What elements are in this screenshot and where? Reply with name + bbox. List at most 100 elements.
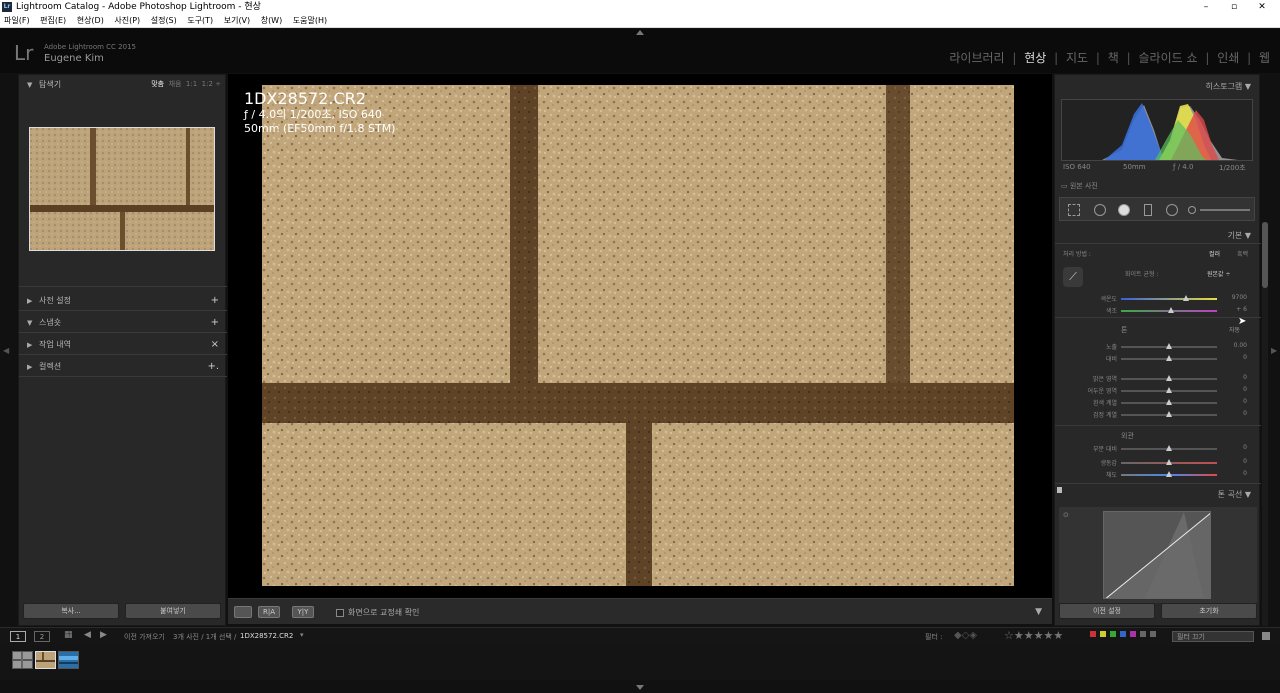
- curve-target-icon[interactable]: ⊙: [1063, 511, 1069, 519]
- menu-develop[interactable]: 현상(D): [77, 16, 104, 25]
- shadows-value[interactable]: 0: [1217, 386, 1247, 393]
- clear-history-icon[interactable]: ×: [211, 335, 219, 355]
- zoom-1-2[interactable]: 1:2 ÷: [202, 80, 221, 88]
- menu-window[interactable]: 창(W): [261, 16, 283, 25]
- add-collection-icon[interactable]: +.: [207, 357, 219, 377]
- whites-slider-knob[interactable]: [1166, 399, 1172, 405]
- eyedropper-icon[interactable]: ⟋: [1063, 267, 1083, 287]
- adjustment-brush-icon[interactable]: [1188, 206, 1196, 214]
- add-snapshot-icon[interactable]: +: [211, 313, 219, 333]
- paste-button[interactable]: 붙여넣기: [125, 603, 221, 619]
- snapshots-header[interactable]: ▼ 스냅숏 +: [19, 313, 227, 333]
- tint-slider-knob[interactable]: [1167, 307, 1174, 313]
- loupe-view-button[interactable]: [234, 606, 252, 618]
- menu-edit[interactable]: 편집(E): [40, 16, 66, 25]
- exposure-slider-knob[interactable]: [1166, 343, 1172, 349]
- soft-proof-checkbox[interactable]: [336, 609, 344, 617]
- copy-button[interactable]: 복사...: [23, 603, 119, 619]
- back-arrow-icon[interactable]: ◀: [84, 630, 91, 640]
- module-slideshow[interactable]: 슬라이드 쇼: [1139, 51, 1198, 65]
- main-photo[interactable]: [262, 85, 1014, 586]
- clarity-value[interactable]: 0: [1217, 444, 1247, 451]
- scrollbar-thumb[interactable]: [1262, 222, 1268, 288]
- before-after-button[interactable]: R|A: [258, 606, 280, 618]
- filter-lock-icon[interactable]: [1262, 632, 1270, 640]
- module-print[interactable]: 인쇄: [1217, 51, 1239, 65]
- basic-header[interactable]: 기본 ▼: [1228, 230, 1251, 241]
- original-photo-toggle[interactable]: ▭ 원본 사진: [1061, 181, 1098, 191]
- reset-button[interactable]: 초기화: [1161, 603, 1257, 619]
- filename-dropdown-icon[interactable]: ▾: [300, 631, 304, 639]
- graduated-filter-icon[interactable]: [1144, 204, 1152, 216]
- vibrance-slider-knob[interactable]: [1166, 459, 1172, 465]
- crop-tool-icon[interactable]: [1068, 204, 1080, 216]
- filmstrip-thumbnail-selected[interactable]: [35, 651, 56, 669]
- menu-photo[interactable]: 사진(P): [114, 16, 140, 25]
- temp-slider[interactable]: [1121, 298, 1217, 300]
- radial-filter-icon[interactable]: [1166, 204, 1178, 216]
- module-develop[interactable]: 현상: [1024, 51, 1046, 65]
- right-panel-toggle-icon[interactable]: ▶: [1271, 346, 1277, 355]
- menu-settings[interactable]: 설정(S): [151, 16, 177, 25]
- previous-settings-button[interactable]: 이전 설정: [1059, 603, 1155, 619]
- color-treatment[interactable]: 컬러: [1209, 249, 1220, 258]
- filter-preset-dropdown[interactable]: 필터 끄기: [1172, 631, 1254, 642]
- saturation-value[interactable]: 0: [1217, 470, 1247, 477]
- blacks-value[interactable]: 0: [1217, 410, 1247, 417]
- exposure-value[interactable]: 0.00: [1217, 342, 1247, 349]
- grid-view-icon[interactable]: ▦: [64, 630, 73, 640]
- curve-target-toggle[interactable]: [1057, 487, 1062, 493]
- collections-header[interactable]: ▶ 컬렉션 +.: [19, 357, 227, 377]
- filmstrip-thumbnail[interactable]: [58, 651, 79, 669]
- tone-curve-header[interactable]: 톤 곡선 ▼: [1218, 489, 1251, 500]
- close-button[interactable]: ✕: [1248, 0, 1276, 14]
- contrast-value[interactable]: 0: [1217, 354, 1247, 361]
- module-library[interactable]: 라이브러리: [949, 51, 1004, 65]
- temp-value[interactable]: 9700: [1217, 294, 1247, 301]
- minimize-button[interactable]: –: [1192, 0, 1220, 14]
- module-web[interactable]: 웹: [1259, 51, 1270, 65]
- menu-view[interactable]: 보기(V): [224, 16, 250, 25]
- whites-value[interactable]: 0: [1217, 398, 1247, 405]
- add-preset-icon[interactable]: +: [211, 291, 219, 311]
- contrast-slider-knob[interactable]: [1166, 355, 1172, 361]
- menu-file[interactable]: 파일(F): [4, 16, 30, 25]
- blacks-slider-knob[interactable]: [1166, 411, 1172, 417]
- saturation-slider-knob[interactable]: [1166, 471, 1172, 477]
- shadows-slider-knob[interactable]: [1166, 387, 1172, 393]
- filmstrip-thumbnail[interactable]: [12, 651, 33, 669]
- highlights-slider-knob[interactable]: [1166, 375, 1172, 381]
- bw-treatment[interactable]: 흑백: [1237, 249, 1248, 258]
- secondary-window-button[interactable]: 2: [34, 631, 50, 642]
- highlights-value[interactable]: 0: [1217, 374, 1247, 381]
- vibrance-value[interactable]: 0: [1217, 458, 1247, 465]
- top-panel-toggle-icon[interactable]: [636, 30, 644, 35]
- bottom-panel-toggle-icon[interactable]: [636, 685, 644, 690]
- current-filename[interactable]: 1DX28572.CR2: [240, 632, 293, 640]
- menu-tools[interactable]: 도구(T): [187, 16, 213, 25]
- tint-value[interactable]: + 6: [1217, 306, 1247, 313]
- main-window-button[interactable]: 1: [10, 631, 26, 642]
- source-label[interactable]: 이전 가져오기: [124, 632, 165, 642]
- presets-header[interactable]: ▶ 사전 설정 +: [19, 291, 227, 311]
- temp-slider-knob[interactable]: [1183, 295, 1190, 301]
- zoom-fit[interactable]: 맞춤: [151, 80, 164, 88]
- histogram-header[interactable]: 히스토그램 ▼: [1205, 81, 1251, 92]
- red-eye-icon[interactable]: [1118, 204, 1130, 216]
- flag-filter-icon[interactable]: ◆◇◈: [954, 630, 977, 641]
- maximize-button[interactable]: ▫: [1220, 0, 1248, 14]
- tone-curve-graph[interactable]: [1103, 511, 1211, 599]
- forward-arrow-icon[interactable]: ▶: [100, 630, 107, 640]
- menu-help[interactable]: 도움말(H): [293, 16, 327, 25]
- before-after-split-button[interactable]: Y|Y: [292, 606, 314, 618]
- zoom-1-1[interactable]: 1:1: [186, 80, 197, 88]
- module-map[interactable]: 지도: [1066, 51, 1088, 65]
- navigator-preview[interactable]: [29, 127, 215, 251]
- module-book[interactable]: 책: [1108, 51, 1119, 65]
- toolbar-menu-icon[interactable]: ▼: [1035, 607, 1042, 617]
- brush-size-slider[interactable]: [1200, 209, 1250, 211]
- color-label-filter[interactable]: [1090, 631, 1160, 639]
- zoom-fill[interactable]: 채움: [169, 80, 182, 88]
- history-header[interactable]: ▶ 작업 내역 ×: [19, 335, 227, 355]
- clarity-slider-knob[interactable]: [1166, 445, 1172, 451]
